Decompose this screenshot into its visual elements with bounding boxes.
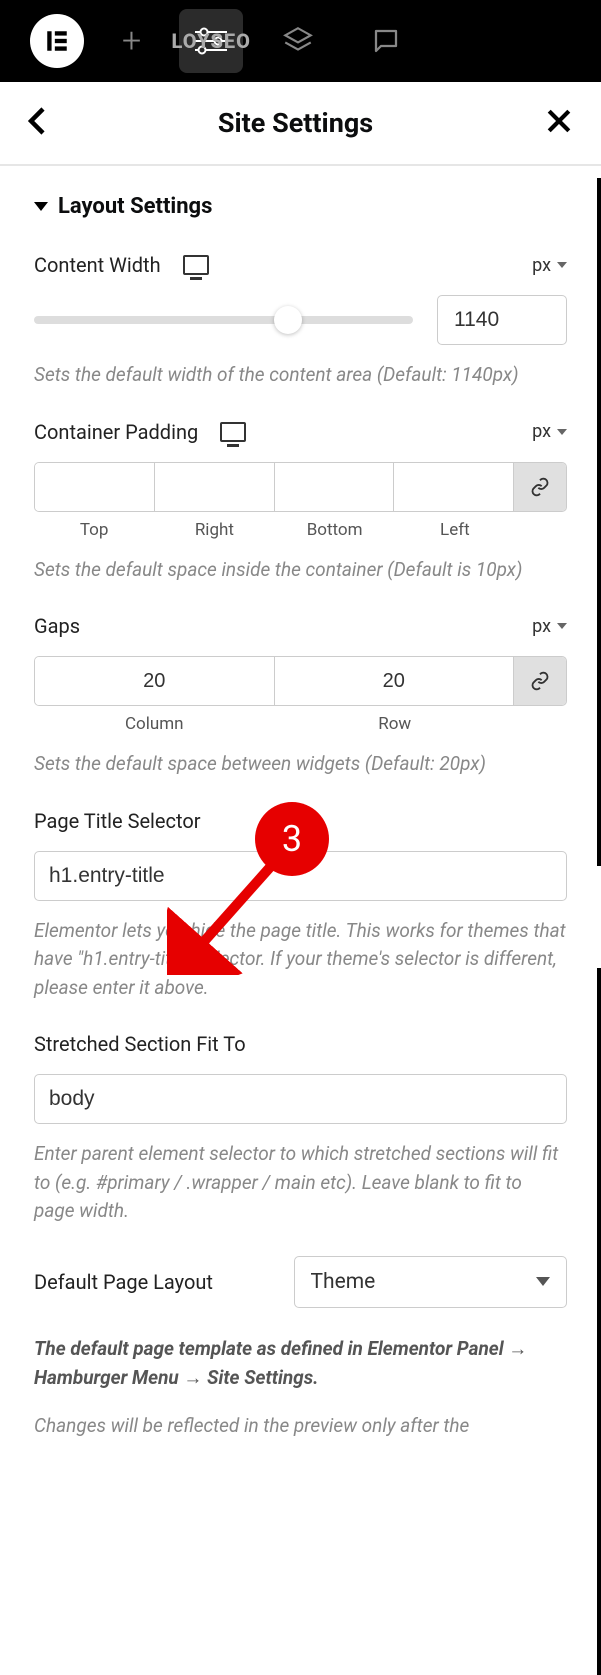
add-button[interactable]: + <box>122 21 141 61</box>
chevron-down-icon <box>536 1277 550 1286</box>
chevron-down-icon <box>557 429 567 435</box>
link-values-button[interactable] <box>514 463 566 511</box>
container-padding-unit[interactable]: px <box>532 421 567 442</box>
padding-bottom-input[interactable] <box>275 463 395 511</box>
link-values-button[interactable] <box>514 657 566 705</box>
gaps-sub-labels: Column Row <box>34 714 567 734</box>
page-title-selector-description: Elementor lets you hide the page title. … <box>34 917 567 1003</box>
settings-toggle[interactable]: LOYSEO <box>179 9 243 73</box>
default-page-layout-select[interactable]: Theme <box>294 1256 568 1308</box>
chat-icon[interactable] <box>371 26 401 56</box>
padding-top-input[interactable] <box>35 463 155 511</box>
structure-icon[interactable] <box>281 24 315 58</box>
content-width-slider[interactable] <box>34 316 413 324</box>
padding-inputs <box>34 462 567 512</box>
scrollbar[interactable] <box>597 178 601 866</box>
content-width-unit[interactable]: px <box>532 255 567 276</box>
close-button[interactable] <box>545 107 573 139</box>
annotation-arrow <box>167 855 287 975</box>
padding-left-input[interactable] <box>394 463 514 511</box>
section-toggle-layout[interactable]: Layout Settings <box>34 194 567 219</box>
link-icon <box>530 671 550 691</box>
control-container-padding: Container Padding px Top Right Bo <box>34 420 567 585</box>
page-title: Site Settings <box>218 107 373 139</box>
scrollbar[interactable] <box>597 968 601 1675</box>
back-button[interactable] <box>28 106 46 140</box>
desktop-icon[interactable] <box>220 422 246 442</box>
padding-right-input[interactable] <box>155 463 275 511</box>
chevron-down-icon <box>34 202 48 211</box>
annotation-badge: 3 <box>255 802 329 876</box>
desktop-icon[interactable] <box>183 255 209 275</box>
default-page-layout-description2: Changes will be reflected in the preview… <box>34 1412 567 1441</box>
link-icon <box>530 477 550 497</box>
stretched-section-label: Stretched Section Fit To <box>34 1032 246 1056</box>
topbar: + LOYSEO <box>0 0 601 82</box>
container-padding-label: Container Padding <box>34 420 198 444</box>
gaps-unit[interactable]: px <box>532 616 567 637</box>
padding-sub-labels: Top Right Bottom Left <box>34 520 567 540</box>
control-content-width: Content Width px Sets the default width … <box>34 253 567 390</box>
content-width-input[interactable] <box>437 295 567 345</box>
container-padding-description: Sets the default space inside the contai… <box>34 556 567 585</box>
chevron-down-icon <box>557 623 567 629</box>
control-default-page-layout: Default Page Layout Theme The default pa… <box>34 1256 567 1441</box>
chevron-down-icon <box>557 262 567 268</box>
gaps-description: Sets the default space between widgets (… <box>34 750 567 779</box>
control-stretched-section: Stretched Section Fit To Enter parent el… <box>34 1032 567 1226</box>
gaps-row-input[interactable] <box>275 657 515 705</box>
section-title: Layout Settings <box>58 194 212 219</box>
slider-thumb[interactable] <box>274 306 302 334</box>
default-page-layout-description-bold: The default page template as defined in … <box>34 1334 567 1393</box>
content-width-label: Content Width <box>34 253 161 277</box>
page-title-selector-label: Page Title Selector <box>34 809 201 833</box>
elementor-icon <box>44 28 70 54</box>
elementor-logo[interactable] <box>30 14 84 68</box>
gaps-label: Gaps <box>34 614 80 638</box>
stretched-section-description: Enter parent element selector to which s… <box>34 1140 567 1226</box>
seo-watermark: LOYSEO <box>172 29 251 53</box>
content-width-description: Sets the default width of the content ar… <box>34 361 567 390</box>
gaps-inputs <box>34 656 567 706</box>
gaps-column-input[interactable] <box>35 657 275 705</box>
stretched-section-input[interactable] <box>34 1074 567 1124</box>
control-gaps: Gaps px Column Row Sets the default spac… <box>34 614 567 779</box>
panel-header: Site Settings <box>0 82 601 166</box>
default-page-layout-label: Default Page Layout <box>34 1270 274 1294</box>
